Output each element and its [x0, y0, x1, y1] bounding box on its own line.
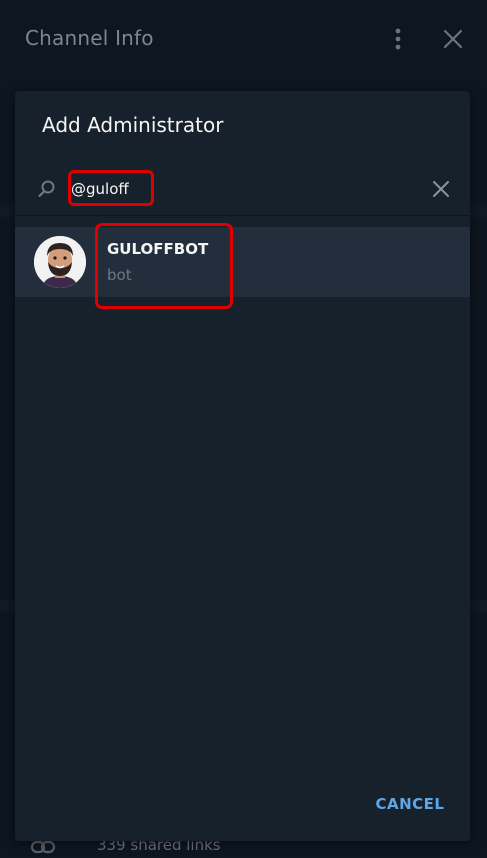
- search-icon: [37, 179, 57, 199]
- list-item[interactable]: GULOFFBOT bot: [15, 227, 470, 297]
- search-bar: [15, 169, 470, 216]
- search-input[interactable]: [71, 177, 371, 201]
- dialog-title: Add Administrator: [42, 113, 224, 137]
- result-name: GULOFFBOT: [107, 240, 209, 258]
- result-subtitle: bot: [107, 266, 132, 284]
- close-icon[interactable]: [440, 26, 466, 52]
- clear-icon[interactable]: [431, 179, 451, 199]
- more-vertical-icon[interactable]: [388, 24, 408, 54]
- channel-info-title: Channel Info: [25, 26, 154, 50]
- channel-info-header: Channel Info: [0, 0, 487, 78]
- avatar: [34, 236, 86, 288]
- add-administrator-dialog: Add Administrator @guloff GULOFFBOT bot …: [15, 91, 470, 841]
- channel-info-window: Channel Info 339 shared links Add Admini…: [0, 0, 487, 858]
- cancel-button[interactable]: CANCEL: [365, 787, 455, 821]
